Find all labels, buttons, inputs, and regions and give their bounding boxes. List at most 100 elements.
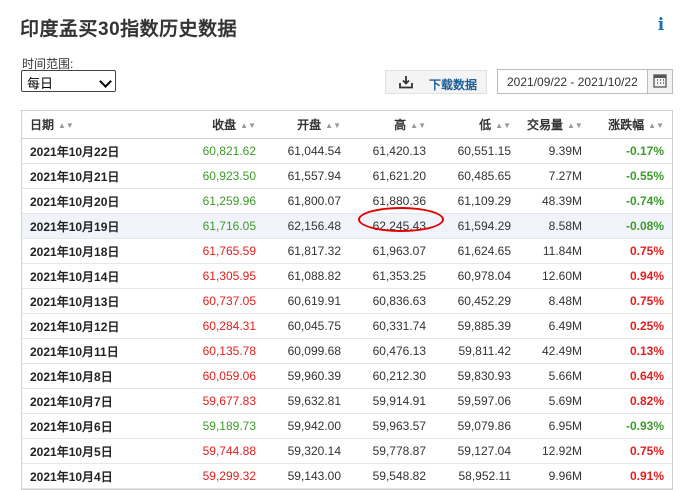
cell-volume: 48.39M (519, 188, 590, 214)
cell-high: 60,476.13 (349, 338, 434, 364)
cell-volume: 5.69M (519, 388, 590, 414)
table-row: 2021年10月21日 60,923.50 61,557.94 61,621.20 60… (22, 163, 672, 189)
calendar-icon (653, 74, 667, 88)
table-row: 2021年10月8日 60,059.06 59,960.39 60,212.30 59,… (22, 363, 672, 389)
table-row: 2021年10月22日 60,821.62 61,044.54 61,420.13 60… (22, 138, 672, 164)
cell-low: 59,885.39 (434, 313, 519, 339)
cell-close: 59,677.83 (138, 388, 264, 414)
cell-high: 59,778.87 (349, 438, 434, 464)
table-row: 2021年10月18日 61,765.59 61,817.32 61,963.07 61… (22, 238, 672, 264)
table-header-row: 日期 ▲▼ 收盘 ▲▼ 开盘 ▲▼ 高 ▲▼ 低 ▲▼ 交易量 ▲▼ 涨跌幅 ▲▼ (22, 111, 672, 139)
cell-open: 62,156.48 (264, 213, 349, 239)
cell-high: 61,621.20 (349, 163, 434, 189)
table-row: 2021年10月12日 60,284.31 60,045.75 60,331.74 59… (22, 313, 672, 339)
cell-date: 2021年10月7日 (22, 388, 138, 414)
cell-change: 0.75% (590, 238, 672, 264)
cell-low: 60,452.29 (434, 288, 519, 314)
cell-low: 59,830.93 (434, 363, 519, 389)
download-data-button[interactable]: 下载数据 (385, 70, 487, 94)
cell-low: 59,127.04 (434, 438, 519, 464)
column-header-open[interactable]: 开盘 ▲▼ (264, 111, 349, 139)
cell-date: 2021年10月12日 (22, 313, 138, 339)
sort-icon: ▲▼ (410, 121, 426, 130)
cell-open: 59,143.00 (264, 463, 349, 489)
cell-high: 59,914.91 (349, 388, 434, 414)
cell-open: 61,800.07 (264, 188, 349, 214)
table-row: 2021年10月14日 61,305.95 61,088.82 61,353.25 60… (22, 263, 672, 289)
cell-low: 61,109.29 (434, 188, 519, 214)
cell-date: 2021年10月8日 (22, 363, 138, 389)
cell-open: 59,320.14 (264, 438, 349, 464)
cell-low: 60,551.15 (434, 138, 519, 164)
column-header-close[interactable]: 收盘 ▲▼ (138, 111, 264, 139)
cell-close: 60,821.62 (138, 138, 264, 164)
column-header-date[interactable]: 日期 ▲▼ (22, 111, 138, 139)
cell-close: 61,305.95 (138, 263, 264, 289)
cell-low: 60,978.04 (434, 263, 519, 289)
cell-change: 0.91% (590, 463, 672, 489)
cell-open: 60,619.91 (264, 288, 349, 314)
cell-low: 59,597.06 (434, 388, 519, 414)
cell-close: 61,765.59 (138, 238, 264, 264)
column-header-change[interactable]: 涨跌幅 ▲▼ (590, 111, 672, 139)
cell-close: 60,284.31 (138, 313, 264, 339)
column-header-label: 低 (479, 118, 492, 132)
cell-high: 59,548.82 (349, 463, 434, 489)
info-icon[interactable]: i (650, 14, 672, 36)
column-header-label: 日期 (30, 118, 55, 132)
sort-icon: ▲▼ (648, 121, 664, 130)
cell-high: 61,880.36 (349, 188, 434, 214)
cell-volume: 11.84M (519, 238, 590, 264)
sort-icon: ▲▼ (325, 121, 341, 130)
cell-date: 2021年10月20日 (22, 188, 138, 214)
cell-low: 61,624.65 (434, 238, 519, 264)
column-header-label: 交易量 (527, 118, 564, 132)
cell-volume: 42.49M (519, 338, 590, 364)
cell-date: 2021年10月11日 (22, 338, 138, 364)
date-range-picker[interactable]: 2021/09/22 - 2021/10/22 (497, 69, 673, 94)
download-data-label: 下载数据 (429, 78, 478, 92)
history-table: 日期 ▲▼ 收盘 ▲▼ 开盘 ▲▼ 高 ▲▼ 低 ▲▼ 交易量 ▲▼ 涨跌幅 ▲▼ 2021年… (22, 111, 672, 489)
column-header-label: 涨跌幅 (608, 118, 645, 132)
column-header-high[interactable]: 高 ▲▼ (349, 111, 434, 139)
table-row: 2021年10月13日 60,737.05 60,619.91 60,836.63 60… (22, 288, 672, 314)
column-header-low[interactable]: 低 ▲▼ (434, 111, 519, 139)
cell-change: 0.75% (590, 288, 672, 314)
table-row: 2021年10月6日 59,189.73 59,942.00 59,963.57 59,… (22, 413, 672, 439)
calendar-button[interactable] (647, 70, 672, 93)
cell-volume: 9.39M (519, 138, 590, 164)
column-header-label: 开盘 (297, 118, 322, 132)
column-header-volume[interactable]: 交易量 ▲▼ (519, 111, 590, 139)
cell-open: 59,942.00 (264, 413, 349, 439)
table-row: 2021年10月20日 61,259.96 61,800.07 61,880.36 61… (22, 188, 672, 214)
column-header-label: 收盘 (212, 118, 237, 132)
sort-icon: ▲▼ (240, 121, 256, 130)
cell-close: 60,059.06 (138, 363, 264, 389)
cell-open: 59,632.81 (264, 388, 349, 414)
cell-volume: 5.66M (519, 363, 590, 389)
cell-high: 61,353.25 (349, 263, 434, 289)
time-range-select[interactable]: 每日 (21, 70, 116, 92)
cell-low: 59,079.86 (434, 413, 519, 439)
cell-volume: 6.95M (519, 413, 590, 439)
column-header-label: 高 (394, 118, 407, 132)
cell-date: 2021年10月21日 (22, 163, 138, 189)
cell-close: 61,716.05 (138, 213, 264, 239)
cell-volume: 12.92M (519, 438, 590, 464)
cell-change: -0.74% (590, 188, 672, 214)
cell-change: 0.25% (590, 313, 672, 339)
cell-low: 61,594.29 (434, 213, 519, 239)
cell-high: 59,963.57 (349, 413, 434, 439)
cell-close: 61,259.96 (138, 188, 264, 214)
date-range-text: 2021/09/22 - 2021/10/22 (507, 75, 638, 89)
cell-volume: 9.96M (519, 463, 590, 489)
cell-close: 60,923.50 (138, 163, 264, 189)
cell-date: 2021年10月19日 (22, 213, 138, 239)
cell-high: 60,836.63 (349, 288, 434, 314)
cell-change: -0.55% (590, 163, 672, 189)
cell-volume: 12.60M (519, 263, 590, 289)
cell-low: 59,811.42 (434, 338, 519, 364)
cell-high: 61,963.07 (349, 238, 434, 264)
table-row: 2021年10月5日 59,744.88 59,320.14 59,778.87 59,… (22, 438, 672, 464)
cell-low: 60,485.65 (434, 163, 519, 189)
